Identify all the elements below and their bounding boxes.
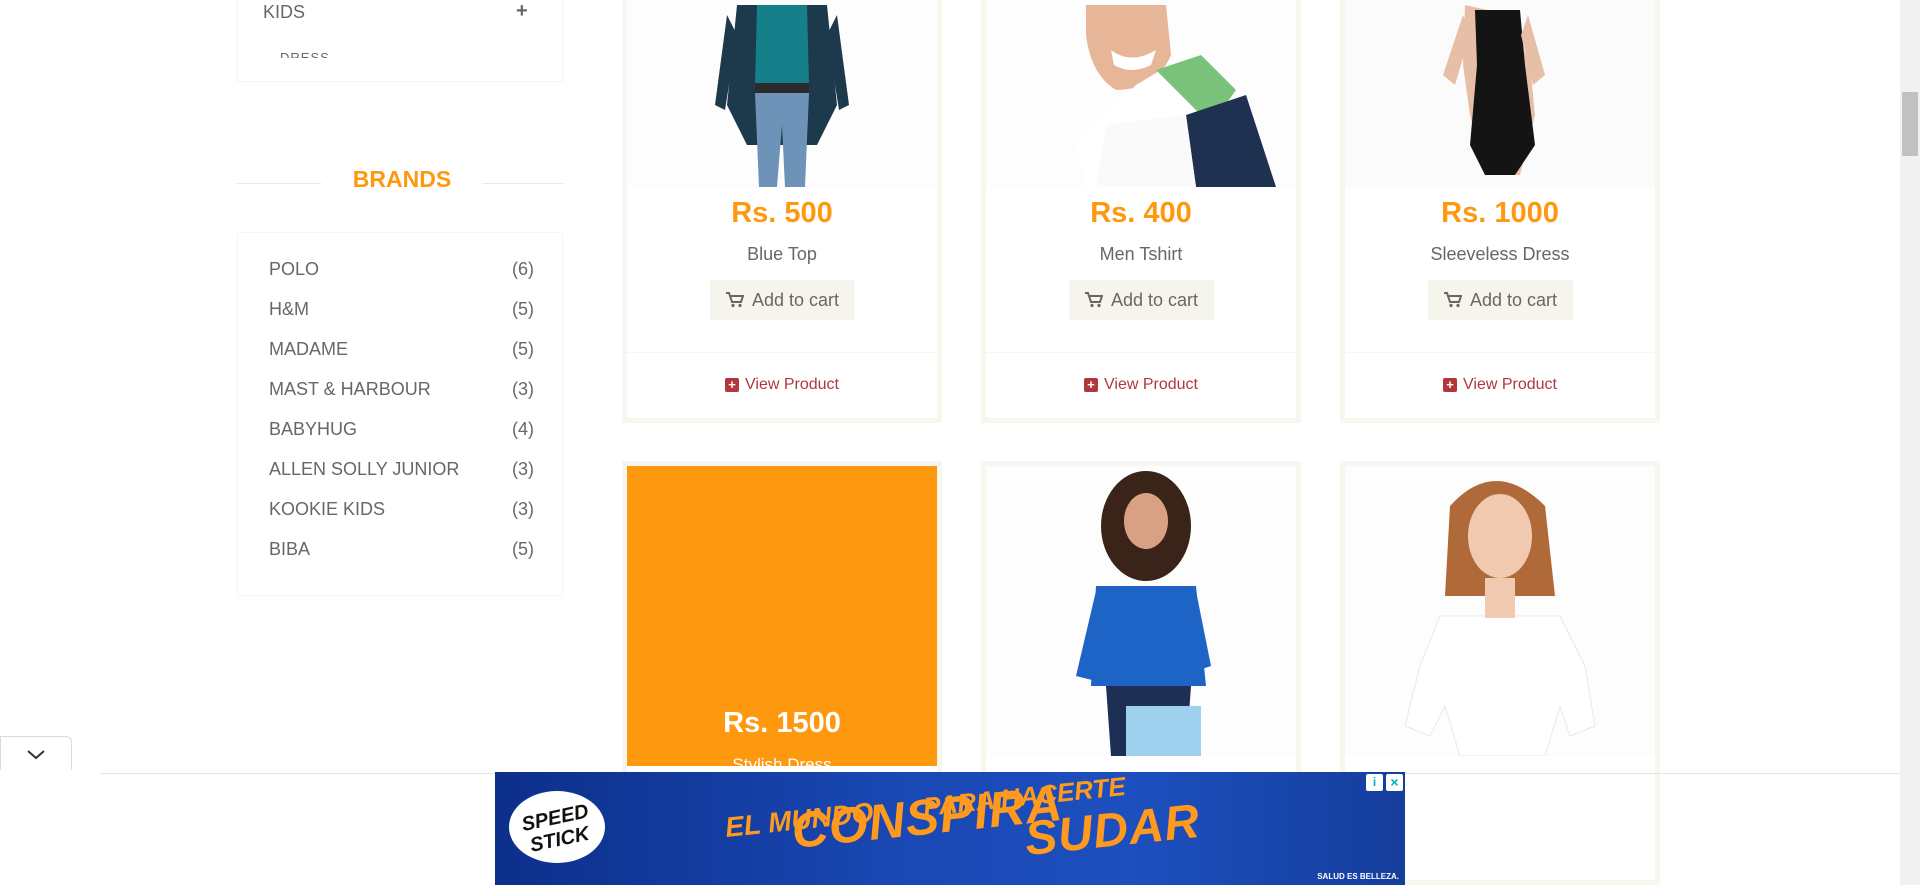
product-price: Rs. 500	[731, 197, 833, 229]
brand-name: H&M	[269, 299, 309, 319]
brand-name: BABYHUG	[269, 419, 358, 439]
category-kids-link[interactable]: KIDS	[263, 2, 305, 23]
product-overlay[interactable]: Rs. 1500 Stylish Dress	[627, 466, 937, 774]
brand-count: (6)	[512, 259, 534, 279]
brand-item[interactable]: BABYHUG (4)	[269, 419, 534, 443]
add-to-cart-label: Add to cart	[751, 289, 840, 310]
product-card: Rs. 1000 Sleeveless Dress Add to cart + …	[1340, 0, 1660, 423]
ad-collapse-button[interactable]	[0, 736, 72, 770]
product-image	[627, 0, 937, 187]
brand-item[interactable]: KOOKIE KIDS (3)	[269, 499, 534, 523]
add-to-cart-button[interactable]: Add to cart	[710, 280, 855, 320]
brand-count: (3)	[512, 499, 534, 519]
add-to-cart-button[interactable]: Add to cart	[1428, 280, 1573, 320]
cart-icon	[1443, 292, 1462, 308]
info-icon[interactable]: i	[1366, 774, 1383, 791]
brand-name: POLO	[269, 259, 320, 279]
brands-title-rule-right	[483, 183, 563, 184]
card-divider	[627, 352, 937, 353]
add-to-cart-label: Add to cart	[1469, 289, 1558, 310]
view-product-link[interactable]: + View Product	[627, 376, 937, 394]
plus-square-icon: +	[1443, 378, 1457, 392]
plus-square-icon: +	[725, 378, 739, 392]
brand-name: BIBA	[269, 539, 311, 559]
ad-tagline: SALUD ES BELLEZA.	[1317, 872, 1399, 881]
category-expand-icon[interactable]: +	[516, 0, 528, 23]
speed-stick-logo: SPEED STICK	[509, 791, 605, 863]
brands-heading: BRANDS	[352, 166, 452, 192]
product-image	[1345, 0, 1655, 187]
view-product-link[interactable]: + View Product	[1345, 376, 1655, 394]
ad-banner[interactable]: SPEED STICK EL MUNDO CONSPIRA PARA HACER…	[495, 772, 1405, 885]
brand-item[interactable]: H&M (5)	[269, 299, 534, 323]
add-to-cart-label: Add to cart	[1110, 289, 1199, 310]
brand-name: MADAME	[269, 339, 349, 359]
brand-count: (5)	[512, 539, 534, 559]
product-image	[1345, 466, 1655, 757]
brand-name: KOOKIE KIDS	[269, 499, 386, 519]
product-name: Men Tshirt	[1099, 244, 1183, 264]
product-card: Rs. 500 Blue Top Add to cart + View Prod…	[622, 0, 942, 423]
view-product-label: View Product	[1104, 376, 1198, 393]
brand-item[interactable]: MADAME (5)	[269, 339, 534, 363]
product-price: Rs. 1000	[1441, 197, 1559, 229]
view-product-label: View Product	[745, 376, 839, 393]
product-price: Rs. 400	[1090, 197, 1192, 229]
product-image	[986, 466, 1296, 756]
cart-icon	[725, 292, 744, 308]
view-product-link[interactable]: + View Product	[986, 376, 1296, 394]
brand-count: (3)	[512, 379, 534, 399]
subcategory-dress-link[interactable]: DRESS	[280, 50, 330, 58]
brand-item[interactable]: ALLEN SOLLY JUNIOR (3)	[269, 459, 534, 483]
scrollbar-thumb[interactable]	[1902, 92, 1918, 156]
brand-count: (5)	[512, 339, 534, 359]
brand-item[interactable]: MAST & HARBOUR (3)	[269, 379, 534, 403]
product-price: Rs. 1500	[723, 707, 841, 739]
view-product-label: View Product	[1463, 376, 1557, 393]
brand-count: (3)	[512, 459, 534, 479]
add-to-cart-button[interactable]: Add to cart	[1069, 280, 1214, 320]
card-divider	[986, 352, 1296, 353]
brand-name: ALLEN SOLLY JUNIOR	[269, 459, 460, 479]
plus-square-icon: +	[1084, 378, 1098, 392]
close-icon[interactable]: ×	[1386, 774, 1403, 791]
card-divider	[1345, 352, 1655, 353]
chevron-down-icon	[27, 750, 45, 760]
product-card: Rs. 400 Men Tshirt Add to cart + View Pr…	[981, 0, 1301, 423]
product-name: Blue Top	[747, 244, 817, 264]
brand-count: (4)	[512, 419, 534, 439]
brand-item[interactable]: POLO (6)	[269, 259, 534, 283]
product-image	[986, 0, 1296, 187]
product-name: Sleeveless Dress	[1430, 244, 1570, 264]
cart-icon	[1084, 292, 1103, 308]
brands-title-rule-left	[237, 183, 321, 184]
brand-name: MAST & HARBOUR	[269, 379, 431, 399]
brand-count: (5)	[512, 299, 534, 319]
brand-item[interactable]: BIBA (5)	[269, 539, 534, 563]
